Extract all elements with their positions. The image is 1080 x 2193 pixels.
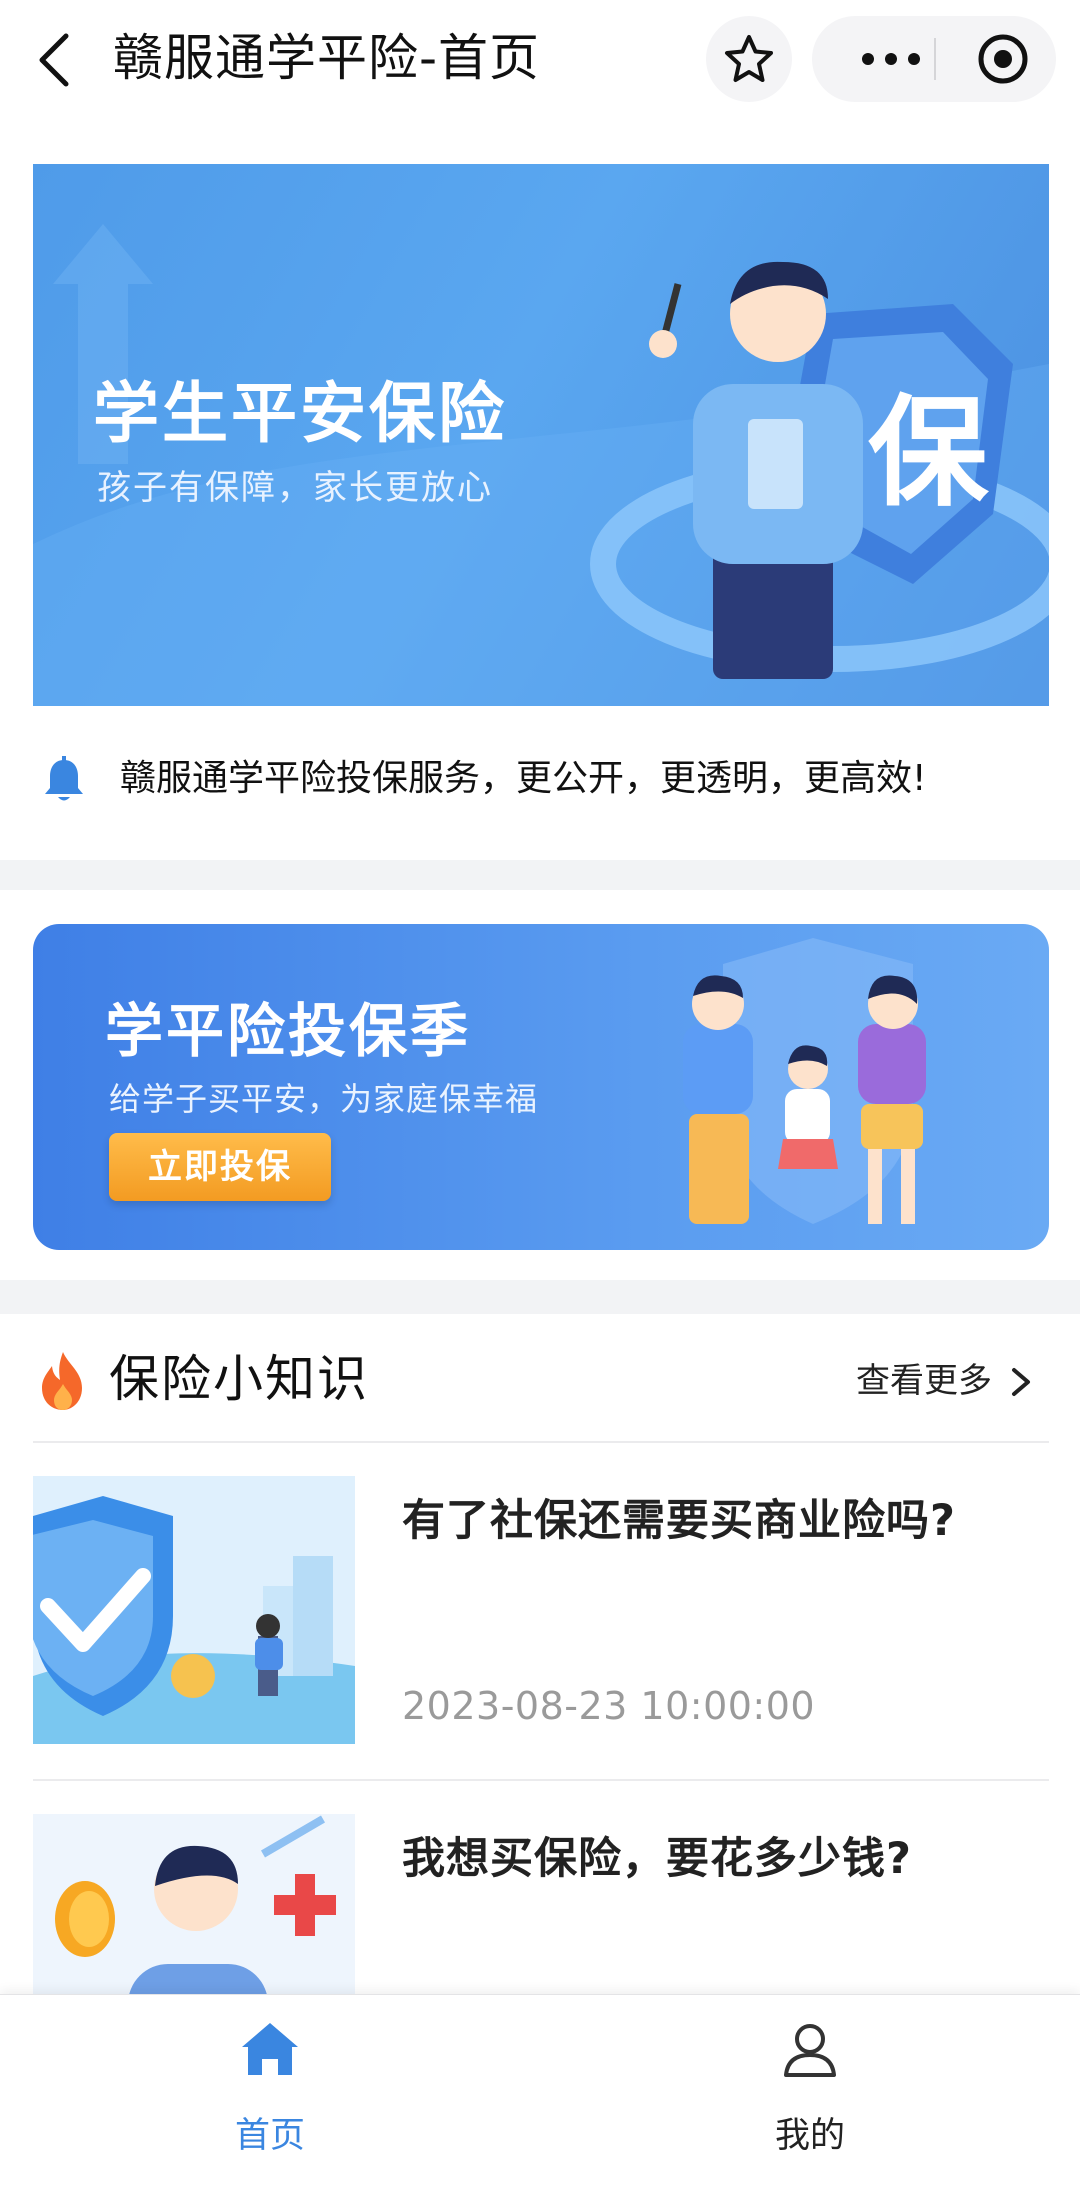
chevron-right-icon[interactable] bbox=[1008, 1362, 1034, 1402]
article-time: 2023-08-23 10:00:00 bbox=[402, 1684, 816, 1728]
capsule-divider bbox=[934, 38, 936, 80]
promo-title: 学平险投保季 bbox=[105, 997, 472, 1065]
notice-bar: 赣服通学平险投保服务，更公开，更透明，更高效! bbox=[0, 738, 1080, 820]
hero-banner[interactable]: 保 学生平安保险 孩子有保障，家长更放心 bbox=[33, 164, 1049, 706]
home-icon bbox=[242, 2023, 298, 2075]
insure-now-button[interactable]: 立即投保 bbox=[109, 1133, 331, 1201]
section-gap bbox=[0, 1280, 1080, 1314]
bottom-tabbar: 首页 我的 bbox=[0, 1994, 1080, 2193]
view-more-link[interactable]: 查看更多 bbox=[856, 1356, 992, 1406]
article-thumbnail bbox=[33, 1476, 355, 1744]
hero-title: 学生平安保险 bbox=[93, 375, 507, 452]
fire-icon bbox=[42, 1352, 82, 1410]
article-item[interactable]: 我想买保险，要花多少钱? bbox=[0, 1814, 1080, 1994]
article-item[interactable]: 有了社保还需要买商业险吗? 2023-08-23 10:00:00 bbox=[0, 1476, 1080, 1744]
article-title: 有了社保还需要买商业险吗? bbox=[402, 1496, 956, 1546]
divider bbox=[33, 1779, 1049, 1781]
favorite-button[interactable] bbox=[706, 16, 792, 102]
article-thumbnail bbox=[33, 1814, 355, 1994]
target-circle-icon bbox=[978, 34, 1028, 84]
user-icon bbox=[784, 2024, 836, 2077]
more-dots-icon bbox=[862, 53, 920, 65]
close-miniprogram-button[interactable] bbox=[960, 16, 1046, 102]
back-button[interactable] bbox=[30, 24, 82, 96]
section-title: 保险小知识 bbox=[109, 1350, 369, 1408]
more-button[interactable] bbox=[846, 16, 936, 102]
promo-banner[interactable]: 学平险投保季 给学子买平安，为家庭保幸福 立即投保 bbox=[33, 924, 1049, 1250]
top-navbar: 赣服通学平险-首页 bbox=[0, 0, 1080, 125]
miniprogram-capsule bbox=[812, 16, 1056, 102]
section-gap bbox=[0, 860, 1080, 890]
tab-home[interactable]: 首页 bbox=[0, 1995, 540, 2193]
hero-subtitle: 孩子有保障，家长更放心 bbox=[97, 468, 493, 508]
article-title: 我想买保险，要花多少钱? bbox=[402, 1834, 912, 1884]
knowledge-section-header: 保险小知识 查看更多 bbox=[0, 1316, 1080, 1442]
star-outline-icon bbox=[725, 35, 773, 82]
page-title: 赣服通学平险-首页 bbox=[113, 29, 541, 87]
promo-subtitle: 给学子买平安，为家庭保幸福 bbox=[109, 1080, 539, 1118]
notice-text: 赣服通学平险投保服务，更公开，更透明，更高效! bbox=[120, 758, 927, 799]
tab-label: 我的 bbox=[774, 2116, 845, 2156]
divider bbox=[33, 1441, 1049, 1443]
bell-icon bbox=[45, 756, 83, 801]
chevron-left-icon bbox=[39, 33, 69, 87]
tab-label: 首页 bbox=[234, 2116, 305, 2156]
shield-char: 保 bbox=[868, 384, 989, 523]
tab-mine[interactable]: 我的 bbox=[540, 1995, 1080, 2193]
